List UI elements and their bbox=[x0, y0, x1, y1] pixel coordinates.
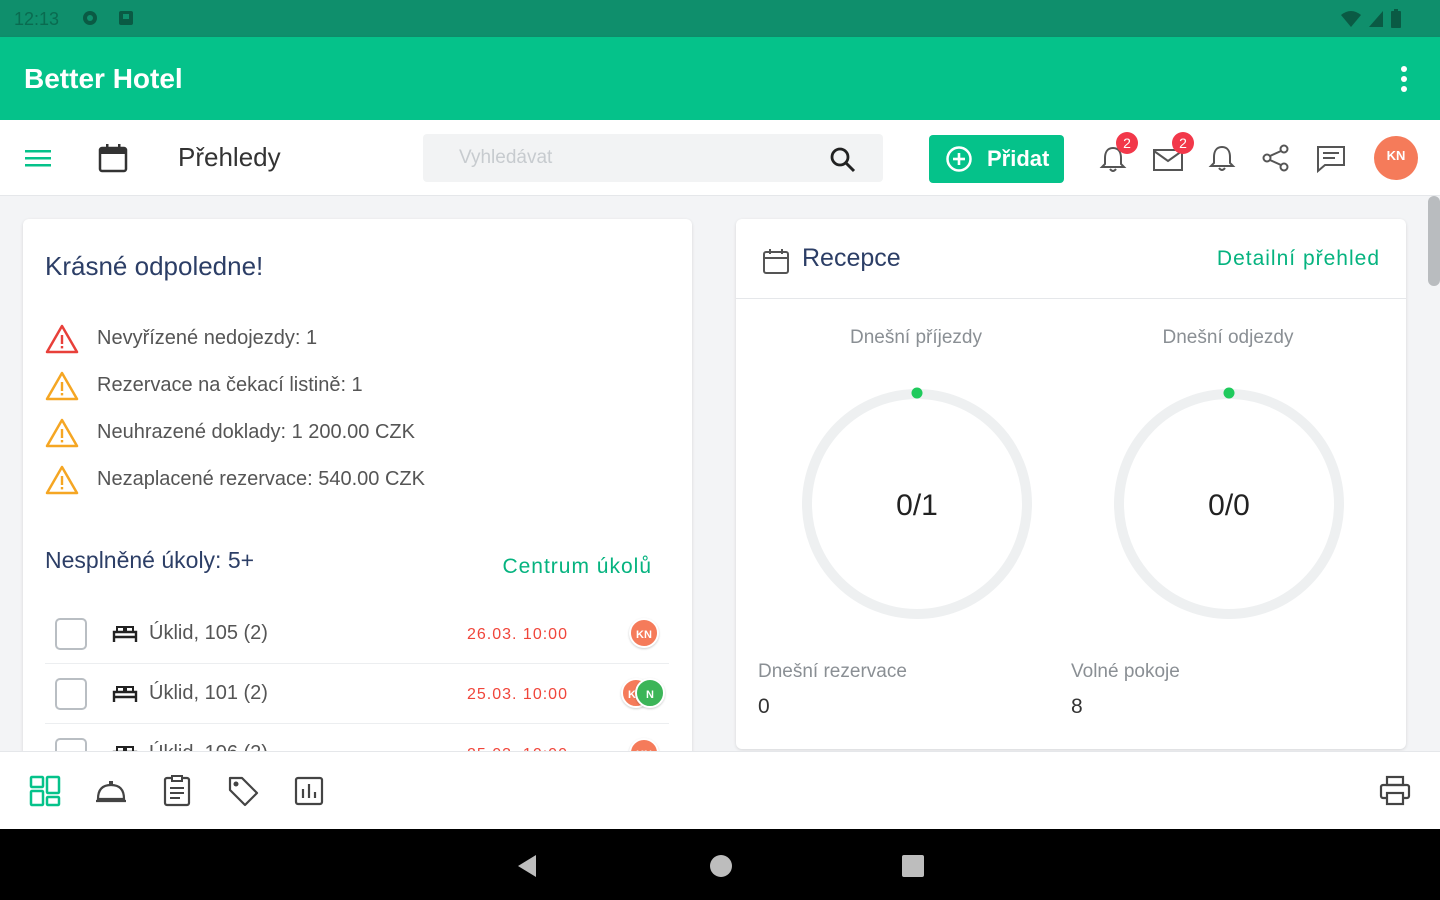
bed-icon bbox=[112, 686, 138, 702]
task-row[interactable]: Úklid, 101 (2) 25.03. 10:00 KN N bbox=[45, 664, 669, 724]
reminder-bell-icon[interactable] bbox=[1206, 142, 1238, 174]
menu-icon[interactable] bbox=[22, 142, 54, 174]
detail-overview-link[interactable]: Detailní přehled bbox=[1217, 247, 1380, 271]
warning-triangle-icon bbox=[45, 418, 79, 447]
comment-icon[interactable] bbox=[1315, 142, 1347, 174]
alert-item[interactable]: Nezaplacené rezervace: 540.00 CZK bbox=[45, 456, 425, 503]
arrivals-value: 0/1 bbox=[896, 489, 938, 522]
task-checkbox[interactable] bbox=[55, 618, 87, 650]
messages-button[interactable]: 2 bbox=[1152, 132, 1194, 174]
task-checkbox[interactable] bbox=[55, 678, 87, 710]
messages-badge: 2 bbox=[1172, 132, 1194, 154]
bottom-nav bbox=[0, 751, 1440, 829]
reception-card: Recepce Detailní přehled Dnešní příjezdy… bbox=[736, 219, 1406, 749]
app-title: Better Hotel bbox=[24, 63, 183, 94]
error-triangle-icon bbox=[45, 324, 79, 353]
alert-item[interactable]: Neuhrazené doklady: 1 200.00 CZK bbox=[45, 409, 425, 456]
greeting: Krásné odpoledne! bbox=[45, 251, 264, 281]
alert-item[interactable]: Rezervace na čekací listině: 1 bbox=[45, 362, 425, 409]
reservations-label: Dnešní rezervace bbox=[758, 661, 907, 682]
user-avatar[interactable]: KN bbox=[1374, 136, 1418, 180]
arrivals-label: Dnešní příjezdy bbox=[849, 327, 982, 348]
battery-icon bbox=[1391, 9, 1401, 28]
more-vert-icon[interactable] bbox=[1392, 63, 1416, 95]
app-bar: Better Hotel bbox=[0, 37, 1440, 120]
departures-value: 0/0 bbox=[1208, 489, 1250, 522]
search-icon[interactable] bbox=[829, 146, 857, 174]
chat-status-icon bbox=[83, 11, 97, 25]
reception-title: Recepce bbox=[802, 244, 901, 272]
storage-status-icon bbox=[119, 11, 133, 25]
alert-list: Nevyřízené nedojezdy: 1 Rezervace na ček… bbox=[45, 315, 425, 503]
overview-card: Krásné odpoledne! Nevyřízené nedojezdy: … bbox=[23, 219, 692, 759]
back-icon[interactable] bbox=[514, 853, 540, 879]
add-button[interactable]: Přidat bbox=[929, 135, 1064, 183]
free-rooms-label: Volné pokoje bbox=[1071, 661, 1180, 682]
task-list: Úklid, 105 (2) 26.03. 10:00 KN Úklid, 10… bbox=[45, 604, 669, 759]
task-date: 26.03. 10:00 bbox=[467, 626, 568, 643]
warning-triangle-icon bbox=[45, 465, 79, 494]
status-right-icons bbox=[1340, 9, 1402, 29]
add-circle-icon bbox=[946, 146, 972, 172]
alert-item[interactable]: Nevyřízené nedojezdy: 1 bbox=[45, 315, 425, 362]
search-input[interactable] bbox=[423, 134, 823, 182]
alert-text: Nevyřízené nedojezdy: 1 bbox=[97, 327, 318, 349]
assignee-avatar: KN bbox=[629, 618, 659, 648]
task-name: Úklid, 101 (2) bbox=[149, 682, 268, 704]
signal-icon bbox=[1369, 11, 1383, 27]
print-icon[interactable] bbox=[1378, 774, 1412, 808]
document-list-icon[interactable] bbox=[160, 774, 194, 808]
notifications-badge: 2 bbox=[1116, 132, 1138, 154]
alert-text: Nezaplacené rezervace: 540.00 CZK bbox=[97, 468, 425, 490]
notifications-button[interactable]: 2 bbox=[1098, 132, 1138, 174]
free-rooms-value: 8 bbox=[1071, 695, 1083, 718]
alert-text: Rezervace na čekací listině: 1 bbox=[97, 374, 363, 396]
reception-bell-icon[interactable] bbox=[94, 774, 128, 808]
recents-icon[interactable] bbox=[900, 853, 926, 879]
page-title: Přehledy bbox=[178, 142, 281, 172]
dashboard-icon[interactable] bbox=[28, 774, 62, 808]
calendar-icon[interactable] bbox=[97, 142, 129, 174]
add-button-label: Přidat bbox=[987, 146, 1050, 171]
bed-icon bbox=[112, 626, 138, 642]
status-bar: 12:13 bbox=[0, 0, 1440, 37]
report-chart-icon[interactable] bbox=[292, 774, 326, 808]
assignee-avatar: N bbox=[635, 678, 665, 708]
calendar-icon bbox=[763, 249, 789, 274]
task-date: 25.03. 10:00 bbox=[467, 686, 568, 703]
task-name: Úklid, 105 (2) bbox=[149, 622, 268, 644]
tasks-title: Nesplněné úkoly: 5+ bbox=[45, 547, 255, 573]
tag-icon[interactable] bbox=[226, 774, 260, 808]
task-row[interactable]: Úklid, 105 (2) 26.03. 10:00 KN bbox=[45, 604, 669, 664]
scrollbar[interactable] bbox=[1428, 196, 1440, 286]
reception-header: Recepce Detailní přehled bbox=[736, 219, 1406, 299]
search-box bbox=[423, 134, 883, 182]
warning-triangle-icon bbox=[45, 371, 79, 400]
share-icon[interactable] bbox=[1260, 142, 1292, 174]
task-center-link[interactable]: Centrum úkolů bbox=[502, 555, 652, 579]
toolbar: Přehledy Přidat 2 2 KN bbox=[0, 120, 1440, 196]
alert-text: Neuhrazené doklady: 1 200.00 CZK bbox=[97, 421, 415, 443]
reservations-value: 0 bbox=[758, 695, 770, 718]
wifi-icon bbox=[1341, 11, 1361, 27]
departures-label: Dnešní odjezdy bbox=[1162, 327, 1294, 348]
home-icon[interactable] bbox=[708, 853, 734, 879]
system-nav-bar bbox=[0, 829, 1440, 900]
status-time: 12:13 bbox=[14, 9, 60, 29]
